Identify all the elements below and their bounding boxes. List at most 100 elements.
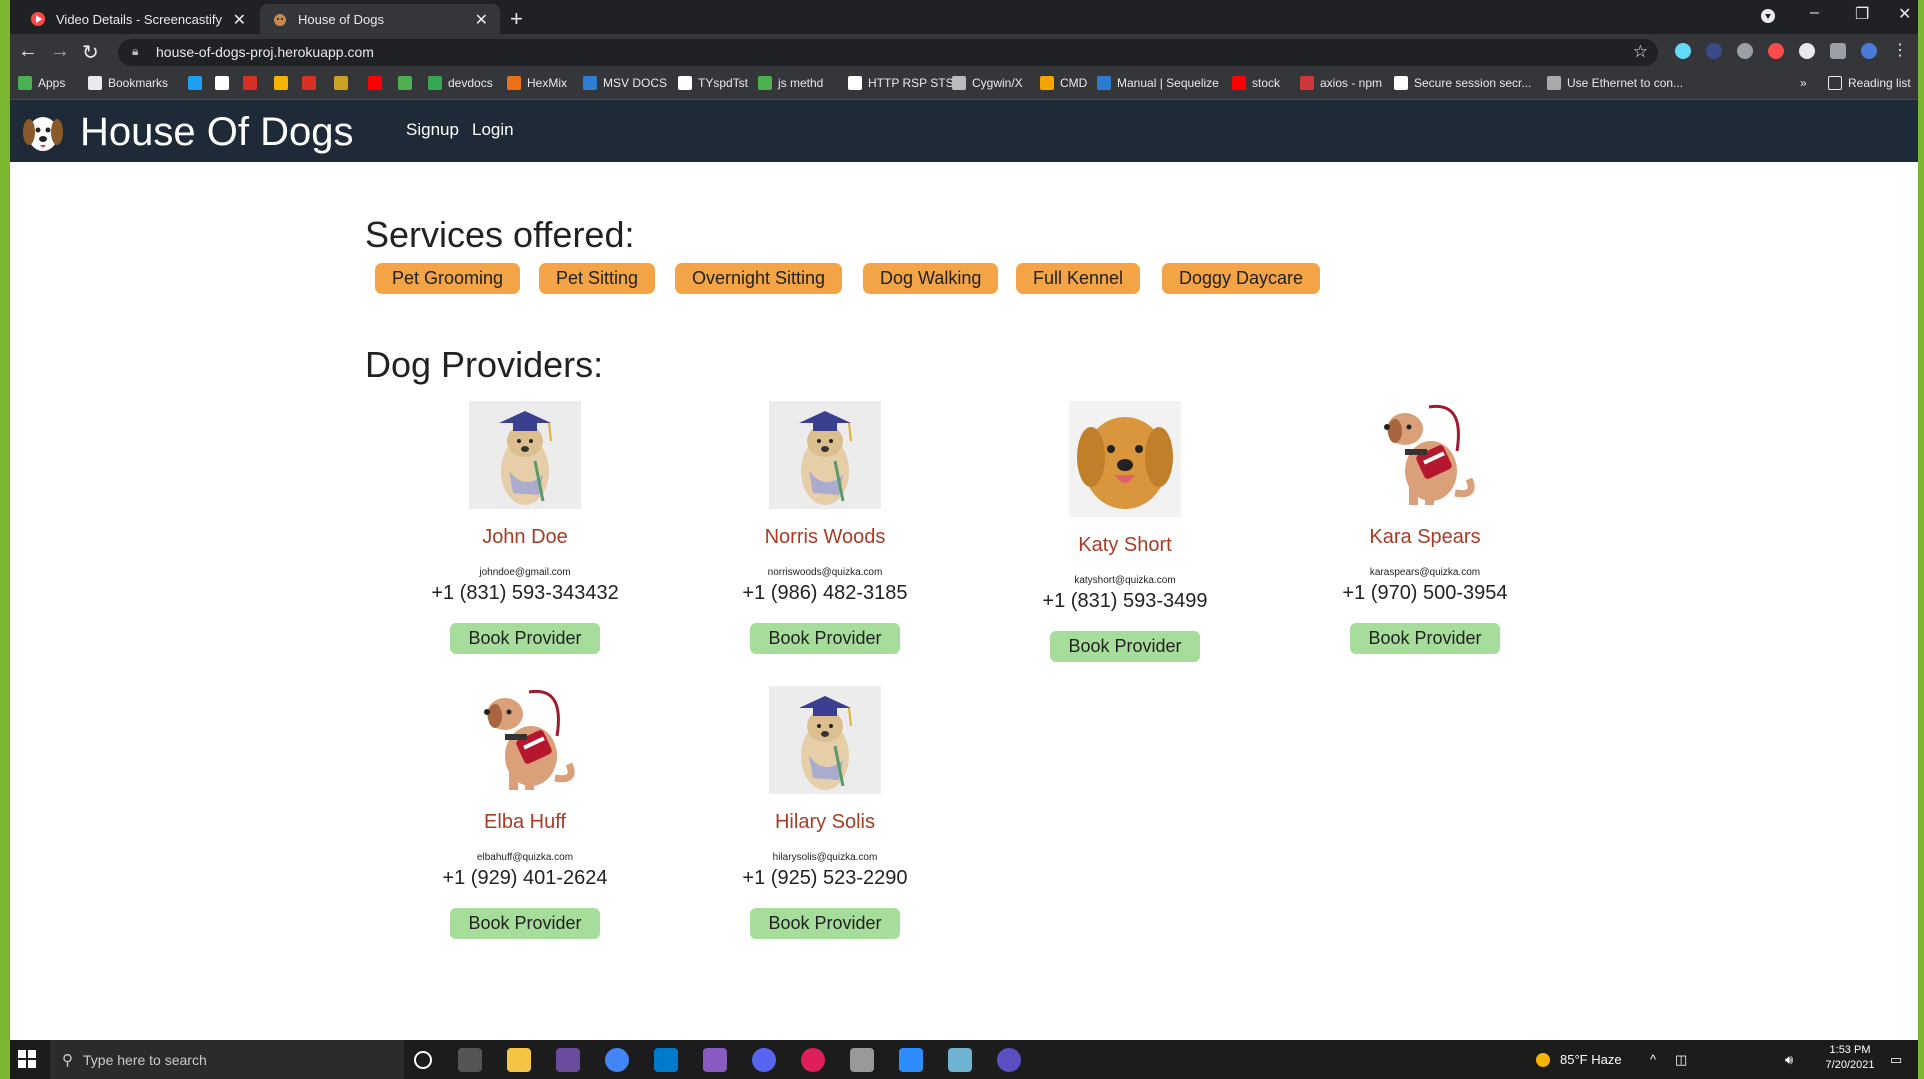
- bookmark-favicon-icon: [334, 76, 348, 90]
- book-provider-button[interactable]: Book Provider: [450, 623, 600, 654]
- close-window-button[interactable]: ✕: [1898, 4, 1911, 24]
- tray-clock[interactable]: 1:53 PM 7/20/2021: [1820, 1044, 1880, 1071]
- bookmark-star-icon[interactable]: ☆: [1633, 42, 1648, 62]
- profile-avatar[interactable]: [1861, 43, 1877, 59]
- bookmark-label: HTTP RSP STS: [868, 76, 954, 90]
- bookmark-item[interactable]: [188, 76, 208, 90]
- bookmark-item[interactable]: Cygwin/X: [952, 76, 1023, 90]
- weather-text[interactable]: 85°F Haze: [1560, 1052, 1622, 1067]
- bookmark-item[interactable]: Bookmarks: [88, 76, 168, 90]
- chrome-profile-icon[interactable]: [1760, 4, 1776, 29]
- reading-list-label: Reading list: [1848, 76, 1911, 90]
- bookmark-item[interactable]: MSV DOCS: [583, 76, 667, 90]
- react-devtools-icon[interactable]: [1675, 43, 1691, 59]
- tab-title: Video Details - Screencastify: [56, 11, 222, 27]
- tab-house-of-dogs[interactable]: House of Dogs ✕: [260, 4, 500, 34]
- bookmark-item[interactable]: HTTP RSP STS: [848, 76, 954, 90]
- book-provider-button[interactable]: Book Provider: [750, 623, 900, 654]
- bookmark-item[interactable]: [302, 76, 322, 90]
- service-button[interactable]: Pet Grooming: [375, 263, 521, 294]
- service-button[interactable]: Overnight Sitting: [675, 263, 843, 294]
- site-navbar: House Of Dogs Signup Login: [10, 100, 1918, 162]
- discord-icon[interactable]: [752, 1048, 776, 1072]
- book-provider-button[interactable]: Book Provider: [750, 908, 900, 939]
- taskbar-search-box[interactable]: ⚲ Type here to search: [50, 1040, 404, 1079]
- bookmark-item[interactable]: Use Ethernet to con...: [1547, 76, 1683, 90]
- bookmark-item[interactable]: Secure session secr...: [1394, 76, 1531, 90]
- menu-kebab-icon[interactable]: ⋮: [1892, 40, 1908, 60]
- dog-logo-icon[interactable]: [20, 108, 66, 154]
- bookmark-favicon-icon: [848, 76, 862, 90]
- close-tab-icon[interactable]: ✕: [233, 10, 246, 30]
- slack-icon[interactable]: [801, 1048, 825, 1072]
- restore-button[interactable]: ❐: [1855, 4, 1869, 24]
- bookmark-item[interactable]: CMD: [1040, 76, 1087, 90]
- bookmark-label: HexMix: [527, 76, 568, 90]
- tab-screencastify[interactable]: Video Details - Screencastify ✕: [18, 4, 258, 34]
- tray-chevron-icon[interactable]: ^: [1650, 1052, 1656, 1067]
- reading-list-button[interactable]: Reading list: [1828, 76, 1911, 90]
- providers-heading: Dog Providers:: [365, 344, 604, 385]
- bookmark-favicon-icon: [274, 76, 288, 90]
- app-icon[interactable]: [948, 1048, 972, 1072]
- bookmark-item[interactable]: [334, 76, 354, 90]
- volume-icon[interactable]: 🔊︎: [1785, 1052, 1793, 1068]
- extension-icon[interactable]: [1799, 43, 1815, 59]
- extensions-puzzle-icon[interactable]: [1830, 43, 1846, 59]
- task-view-icon[interactable]: [458, 1048, 482, 1072]
- desktop: Video Details - Screencastify ✕ House of…: [0, 0, 1924, 1079]
- bookmark-item[interactable]: [398, 76, 418, 90]
- bookmark-item[interactable]: [243, 76, 263, 90]
- service-button[interactable]: Full Kennel: [1016, 263, 1141, 294]
- bookmark-item[interactable]: js methd: [758, 76, 823, 90]
- omnibox[interactable]: 🔒︎ house-of-dogs-proj.herokuapp.com ☆: [118, 39, 1658, 66]
- url-text[interactable]: house-of-dogs-proj.herokuapp.com: [156, 44, 374, 60]
- signup-link[interactable]: Signup: [406, 120, 459, 140]
- brand-title[interactable]: House Of Dogs: [80, 110, 353, 155]
- reload-icon[interactable]: ↻: [82, 40, 99, 65]
- bookmarks-more-icon[interactable]: »: [1800, 76, 1807, 90]
- new-tab-button[interactable]: +: [510, 6, 523, 32]
- service-button[interactable]: Dog Walking: [863, 263, 999, 294]
- app-icon[interactable]: [997, 1048, 1021, 1072]
- bookmark-item[interactable]: Apps: [18, 76, 65, 90]
- bookmark-item[interactable]: Manual | Sequelize: [1097, 76, 1219, 90]
- provider-phone: +1 (986) 482-3185: [742, 582, 908, 604]
- bookmark-item[interactable]: stock: [1232, 76, 1280, 90]
- network-icon[interactable]: ◫: [1675, 1052, 1687, 1068]
- forward-arrow-icon[interactable]: →: [50, 40, 70, 63]
- zoom-icon[interactable]: [899, 1048, 923, 1072]
- login-link[interactable]: Login: [472, 120, 514, 140]
- bookmark-item[interactable]: axios - npm: [1300, 76, 1382, 90]
- screencastify-ext-icon[interactable]: [1768, 43, 1784, 59]
- notifications-icon[interactable]: ▭: [1890, 1052, 1902, 1068]
- bookmark-item[interactable]: HexMix: [507, 76, 567, 90]
- weather-icon[interactable]: [1535, 1052, 1551, 1071]
- cortana-icon[interactable]: [414, 1051, 432, 1069]
- extension-icon[interactable]: [1706, 43, 1722, 59]
- back-arrow-icon[interactable]: ←: [18, 40, 38, 63]
- vscode-icon[interactable]: [654, 1048, 678, 1072]
- browser-window: Video Details - Screencastify ✕ House of…: [10, 0, 1918, 1040]
- minimize-button[interactable]: –: [1810, 4, 1819, 22]
- bookmark-item[interactable]: TYspdTst: [678, 76, 748, 90]
- bookmark-item[interactable]: [215, 76, 235, 90]
- bookmark-item[interactable]: devdocs: [428, 76, 493, 90]
- book-provider-button[interactable]: Book Provider: [1350, 623, 1500, 654]
- provider-name: Katy Short: [1078, 534, 1172, 556]
- service-button[interactable]: Doggy Daycare: [1162, 263, 1321, 294]
- windows-start-icon[interactable]: [18, 1050, 36, 1073]
- app-icon[interactable]: [703, 1048, 727, 1072]
- bookmark-item[interactable]: [368, 76, 388, 90]
- chrome-icon[interactable]: [605, 1048, 629, 1072]
- file-explorer-icon[interactable]: [507, 1048, 531, 1072]
- book-provider-button[interactable]: Book Provider: [1050, 631, 1200, 662]
- bookmark-favicon-icon: [1547, 76, 1561, 90]
- service-button[interactable]: Pet Sitting: [539, 263, 656, 294]
- app-icon[interactable]: [850, 1048, 874, 1072]
- app-icon[interactable]: [556, 1048, 580, 1072]
- book-provider-button[interactable]: Book Provider: [450, 908, 600, 939]
- extension-icon[interactable]: [1737, 43, 1753, 59]
- bookmark-item[interactable]: [274, 76, 294, 90]
- close-tab-icon[interactable]: ✕: [475, 10, 488, 30]
